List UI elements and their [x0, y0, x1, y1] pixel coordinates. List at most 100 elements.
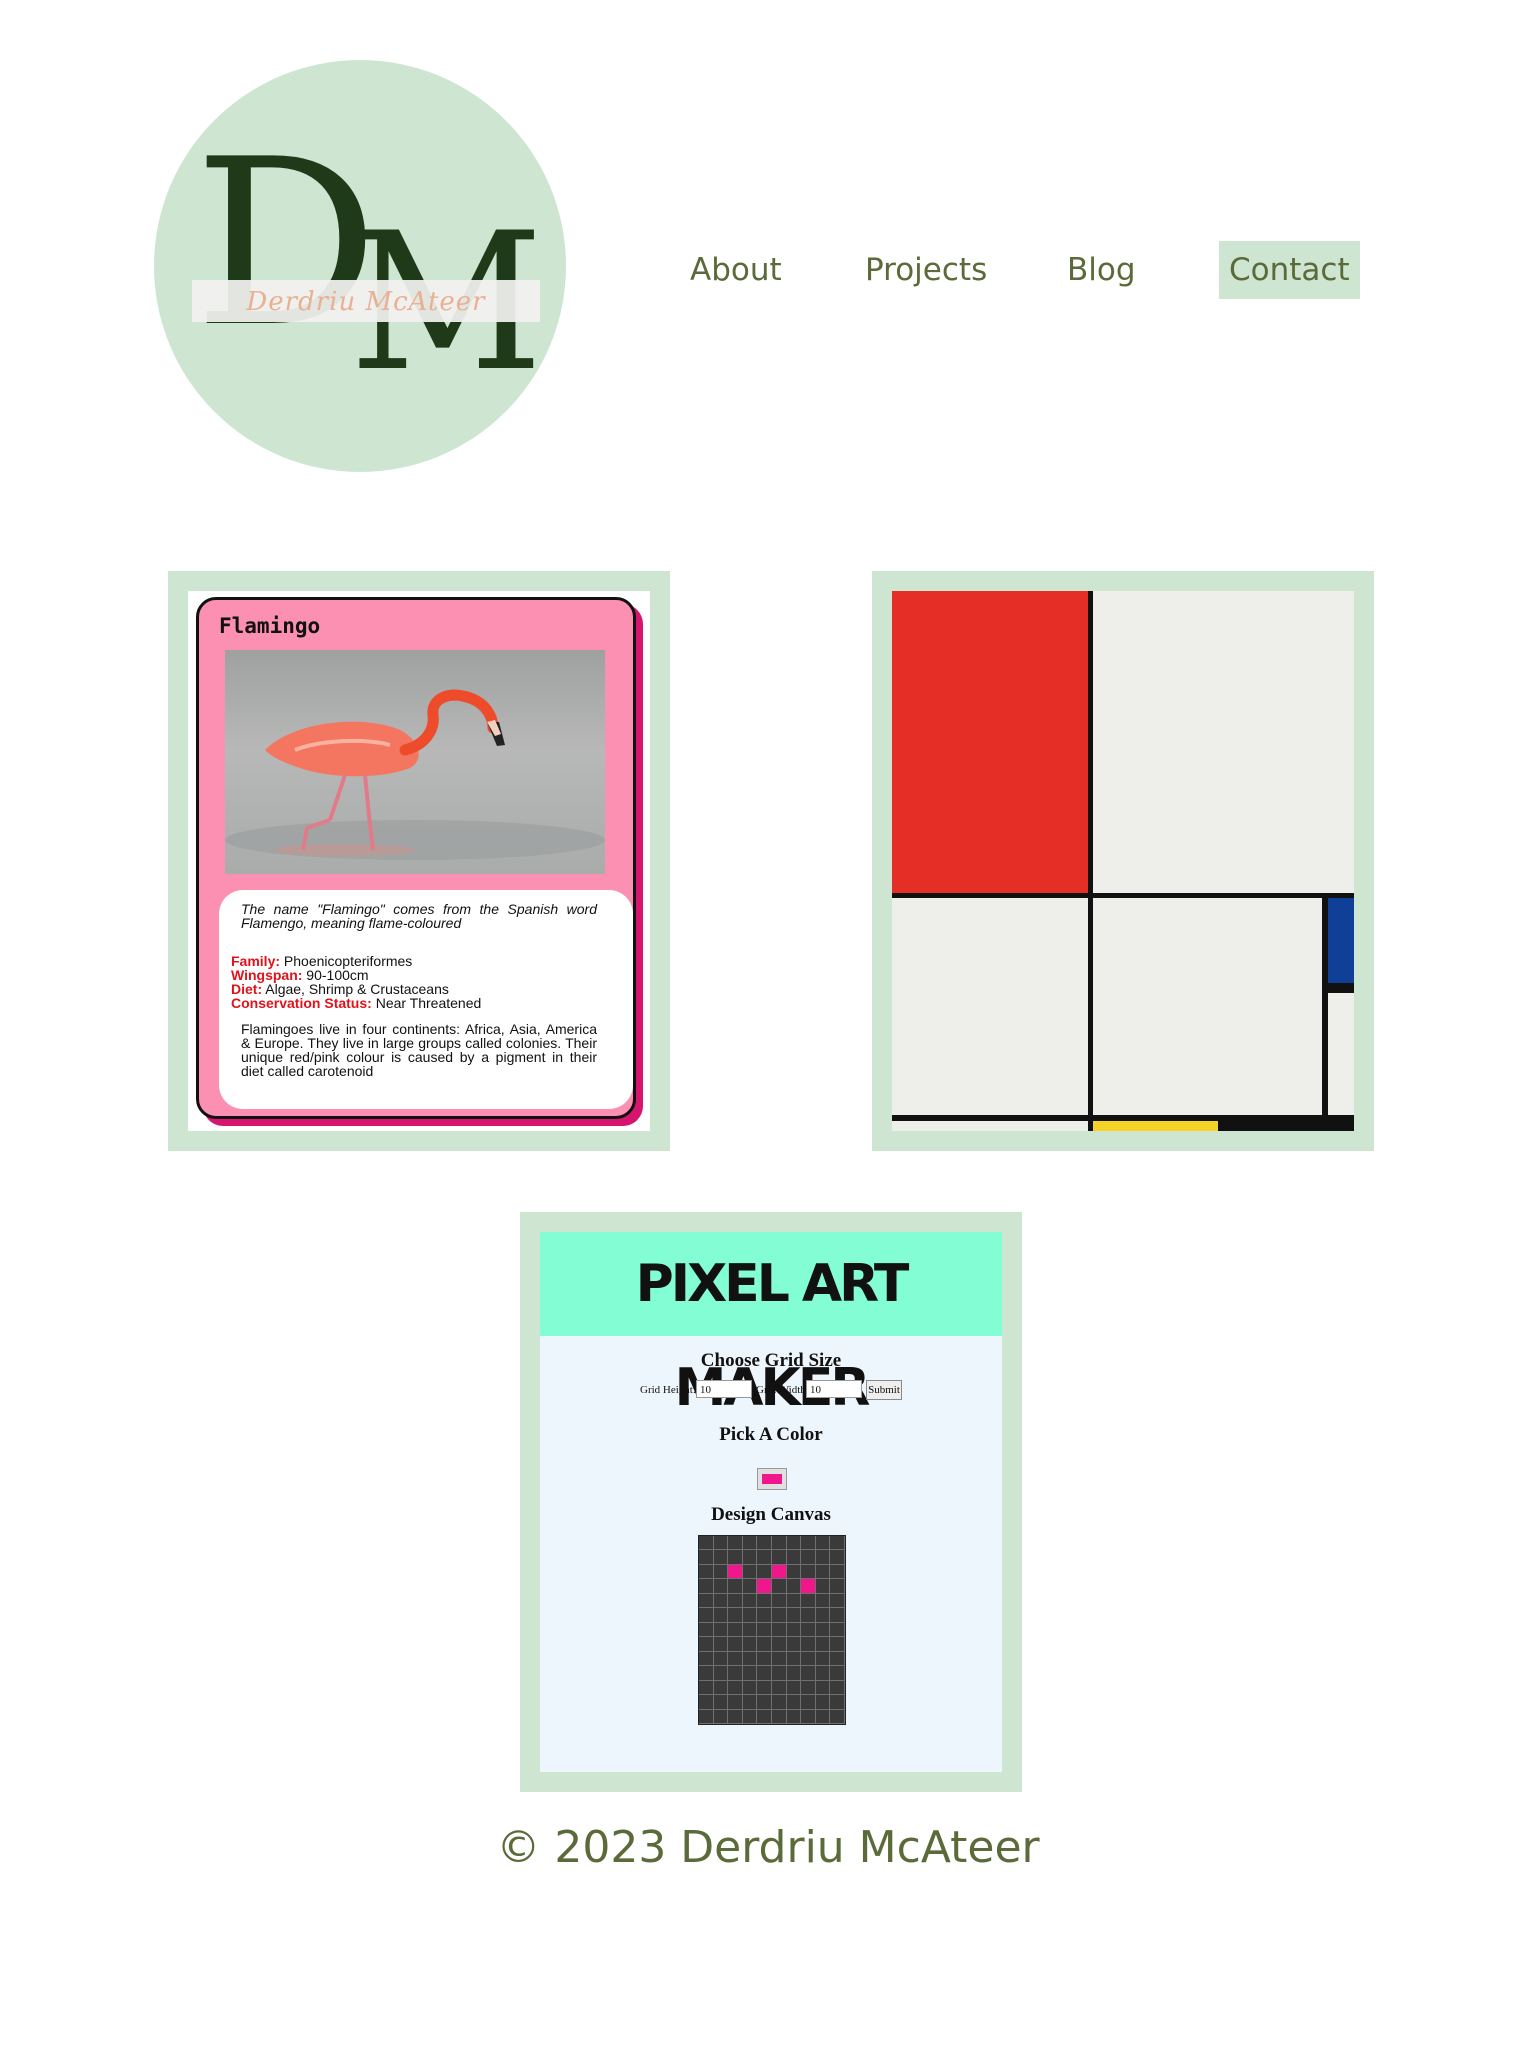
canvas-cell [772, 1593, 787, 1609]
pixel-art-maker-banner: PIXEL ART MAKER [540, 1232, 1002, 1418]
canvas-cell [772, 1608, 787, 1623]
canvas-cell [713, 1550, 729, 1565]
canvas-cell [713, 1709, 729, 1724]
canvas-cell [728, 1651, 743, 1667]
mondrian-yellow-block [1092, 1121, 1218, 1131]
canvas-cell [786, 1536, 802, 1551]
nav-link-projects[interactable]: Projects [855, 241, 997, 299]
canvas-cell [742, 1651, 758, 1667]
canvas-cell [742, 1680, 758, 1696]
canvas-cell [757, 1579, 772, 1594]
canvas-cell [830, 1608, 845, 1623]
canvas-cell [830, 1637, 845, 1652]
canvas-cell [786, 1593, 802, 1609]
design-canvas-heading: Design Canvas [711, 1504, 831, 1525]
canvas-cell [713, 1622, 729, 1638]
nav-link-contact[interactable]: Contact [1219, 241, 1360, 299]
canvas-cell [830, 1564, 845, 1580]
canvas-cell [815, 1622, 831, 1638]
canvas-cell [801, 1536, 816, 1551]
canvas-cell [772, 1709, 787, 1724]
pixel-art-maker-screenshot: PIXEL ART MAKER Choose Grid Size Grid He… [540, 1232, 1002, 1772]
canvas-cell [815, 1680, 831, 1696]
canvas-cell [757, 1666, 772, 1681]
canvas-cell [699, 1651, 714, 1667]
grid-submit-button: Submit [866, 1380, 902, 1400]
canvas-cell [830, 1709, 845, 1724]
canvas-cell [801, 1680, 816, 1696]
canvas-cell [742, 1593, 758, 1609]
nav-link-blog[interactable]: Blog [1057, 241, 1146, 299]
project-thumbnail-pixel-art-maker: PIXEL ART MAKER Choose Grid Size Grid He… [540, 1232, 1002, 1772]
canvas-cell [772, 1536, 787, 1551]
canvas-cell [772, 1651, 787, 1667]
canvas-cell [815, 1651, 831, 1667]
canvas-cell [786, 1637, 802, 1652]
canvas-cell [815, 1637, 831, 1652]
canvas-cell [699, 1550, 714, 1565]
canvas-cell [699, 1695, 714, 1710]
canvas-cell [699, 1709, 714, 1724]
canvas-cell [830, 1666, 845, 1681]
fact-key: Conservation Status: [231, 995, 372, 1011]
fact-row: Wingspan: 90-100cm [231, 968, 611, 982]
color-picker-swatch [762, 1474, 782, 1484]
canvas-cell [830, 1536, 845, 1551]
mondrian-line [1322, 893, 1328, 1131]
canvas-cell [757, 1622, 772, 1638]
mondrian-line [892, 1115, 1354, 1121]
canvas-cell [757, 1593, 772, 1609]
fact-row: Family: Phoenicopteriformes [231, 954, 611, 968]
flamingo-photo [225, 650, 605, 874]
flamingo-facts: Family: Phoenicopteriformes Wingspan: 90… [231, 954, 611, 1010]
canvas-cell [757, 1695, 772, 1710]
flamingo-outro-text: Flamingoes live in four continents: Afri… [241, 1021, 597, 1079]
project-tile-mondrian[interactable] [872, 571, 1374, 1151]
canvas-cell [815, 1579, 831, 1594]
fact-value: Near Threatened [371, 995, 482, 1011]
project-tile-flamingo[interactable]: Flamingo The name "Flamingo" comes from … [168, 571, 670, 1151]
canvas-cell [815, 1536, 831, 1551]
canvas-cell [728, 1536, 743, 1551]
canvas-cell [801, 1622, 816, 1638]
canvas-cell [699, 1622, 714, 1638]
canvas-cell [728, 1622, 743, 1638]
design-canvas-grid [698, 1535, 846, 1725]
canvas-cell [772, 1695, 787, 1710]
canvas-cell [757, 1550, 772, 1565]
mondrian-line [1328, 983, 1354, 993]
canvas-cell [801, 1593, 816, 1609]
canvas-cell [815, 1550, 831, 1565]
flamingo-card: Flamingo The name "Flamingo" comes from … [196, 597, 636, 1119]
canvas-cell [728, 1695, 743, 1710]
canvas-cell [757, 1608, 772, 1623]
canvas-cell [815, 1666, 831, 1681]
canvas-cell [815, 1564, 831, 1580]
canvas-cell [699, 1593, 714, 1609]
canvas-cell [713, 1666, 729, 1681]
flamingo-card-title: Flamingo [219, 614, 321, 638]
canvas-cell [742, 1637, 758, 1652]
site-logo[interactable]: D M Derdriu McAteer [154, 60, 566, 472]
canvas-cell [830, 1593, 845, 1609]
canvas-cell [742, 1579, 758, 1594]
canvas-cell [815, 1709, 831, 1724]
canvas-cell [757, 1680, 772, 1696]
mondrian-line [892, 893, 1354, 898]
canvas-cell [786, 1550, 802, 1565]
canvas-cell [786, 1579, 802, 1594]
canvas-cell [786, 1651, 802, 1667]
canvas-cell [786, 1564, 802, 1580]
canvas-cell [713, 1536, 729, 1551]
canvas-cell [728, 1593, 743, 1609]
canvas-cell [786, 1695, 802, 1710]
canvas-cell [728, 1608, 743, 1623]
grid-height-input: 10 [696, 1380, 752, 1398]
canvas-cell [801, 1695, 816, 1710]
nav-link-about[interactable]: About [680, 241, 792, 299]
canvas-cell [699, 1637, 714, 1652]
canvas-cell [757, 1709, 772, 1724]
project-tile-pixel-art-maker[interactable]: PIXEL ART MAKER Choose Grid Size Grid He… [520, 1212, 1022, 1792]
canvas-cell [713, 1651, 729, 1667]
canvas-cell [757, 1637, 772, 1652]
